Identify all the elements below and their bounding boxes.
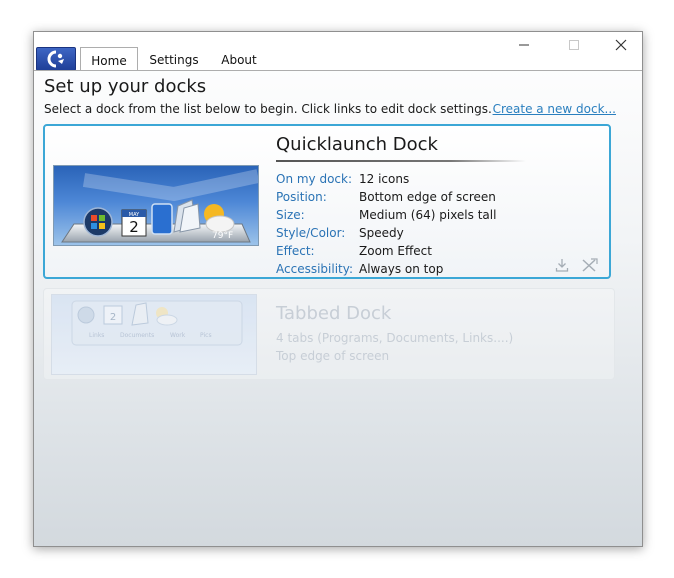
tab-label: Pics [200, 332, 212, 339]
download-icon [555, 259, 569, 272]
tab-divider [34, 70, 642, 71]
minimize-icon [519, 44, 529, 46]
property-row-size: Size: Medium (64) pixels tall [276, 206, 496, 224]
minimize-button[interactable] [510, 38, 538, 56]
dock-properties: On my dock: 12 icons Position: Bottom edge… [276, 170, 496, 278]
tab-label: Documents [120, 332, 154, 339]
property-value-effect: Zoom Effect [359, 244, 432, 258]
title-underline [276, 160, 526, 162]
weather-temperature: 79°F [212, 231, 233, 241]
tab-label: Work [170, 332, 186, 339]
delete-dock-button[interactable] [581, 257, 599, 277]
property-row-accessibility: Accessibility: Always on top [276, 260, 496, 278]
property-link-position[interactable]: Position: [276, 188, 359, 206]
property-link-accessibility[interactable]: Accessibility: [276, 260, 359, 278]
tab-about[interactable]: About [212, 50, 266, 70]
property-value-size: Medium (64) pixels tall [359, 208, 497, 222]
close-icon [615, 39, 627, 51]
main-window: Home Settings About Set up your docks Se… [33, 31, 643, 547]
property-row-effect: Effect: Zoom Effect [276, 242, 496, 260]
dock-title: Quicklaunch Dock [276, 134, 438, 155]
create-dock-link[interactable]: Create a new dock... [493, 102, 616, 116]
dock-card-tabbed[interactable]: 2 Links Documents Work Pics Tabbed Dock … [43, 288, 615, 380]
property-row-icons: On my dock: 12 icons [276, 170, 496, 188]
property-value-position: Bottom edge of screen [359, 190, 496, 204]
property-link-size[interactable]: Size: [276, 206, 359, 224]
maximize-button[interactable] [560, 38, 588, 56]
property-link-style[interactable]: Style/Color: [276, 224, 359, 242]
calendar-day: 2 [129, 218, 139, 236]
property-value-accessibility: Always on top [359, 262, 444, 276]
property-link-icons[interactable]: On my dock: [276, 170, 359, 188]
dock-card-quicklaunch[interactable]: MAY 2 79°F Quicklaunch Dock On my dock: 1… [43, 124, 611, 279]
property-value-icons: 12 icons [359, 172, 410, 186]
dock-thumbnail-tabbed: 2 Links Documents Work Pics [51, 294, 257, 375]
dock-title: Tabbed Dock [276, 303, 392, 324]
dock-summary-tabs: 4 tabs (Programs, Documents, Links....) [276, 331, 514, 345]
maximize-icon [569, 40, 579, 50]
app-menu-button[interactable] [36, 47, 76, 71]
save-dock-button[interactable] [554, 257, 570, 277]
property-link-effect[interactable]: Effect: [276, 242, 359, 260]
rocketdock-logo-icon [47, 50, 64, 68]
property-value-style: Speedy [359, 226, 404, 240]
page-title: Set up your docks [44, 76, 207, 97]
close-button[interactable] [607, 38, 635, 56]
dock-thumbnail: MAY 2 79°F [53, 165, 259, 246]
property-row-position: Position: Bottom edge of screen [276, 188, 496, 206]
instructions-text: Select a dock from the list below to beg… [44, 102, 492, 116]
dock-actions [548, 257, 599, 277]
calendar-day: 2 [110, 312, 116, 323]
tab-home[interactable]: Home [80, 47, 138, 71]
tab-settings[interactable]: Settings [144, 50, 204, 70]
tab-label: Links [89, 332, 104, 339]
delete-icon [582, 258, 598, 272]
title-bar: Home Settings About [34, 32, 642, 71]
dock-summary-position: Top edge of screen [276, 349, 390, 363]
property-row-style: Style/Color: Speedy [276, 224, 496, 242]
